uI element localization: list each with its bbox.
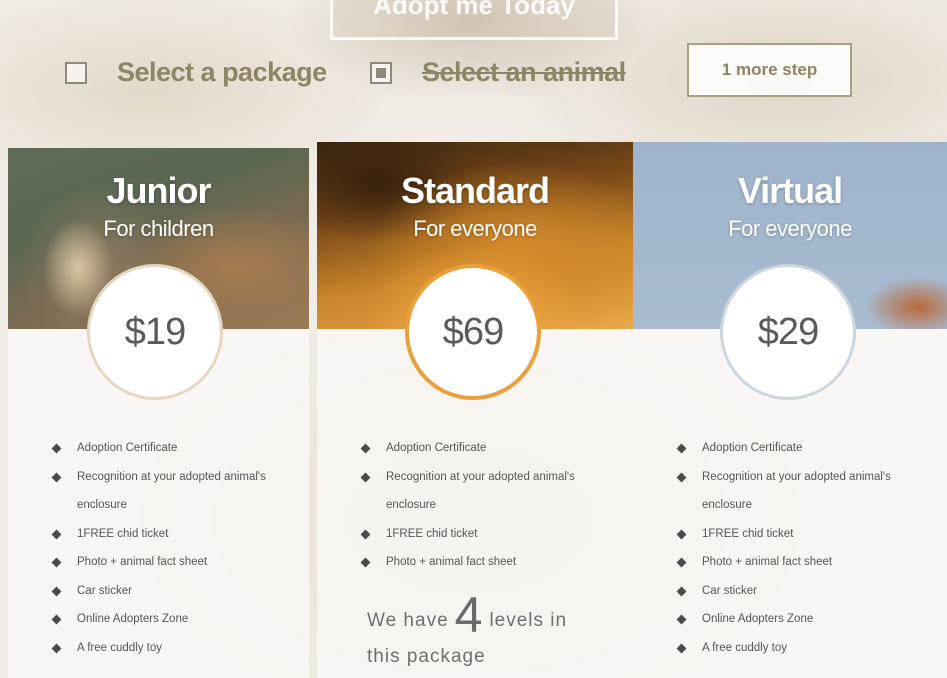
diamond-bullet-icon <box>676 586 687 596</box>
feature-item: Photo + animal fact sheet <box>317 548 633 577</box>
feature-item: Adoption Certificate <box>633 434 947 463</box>
diamond-bullet-icon <box>360 529 371 539</box>
diamond-bullet-icon <box>676 557 687 568</box>
package-card-standard[interactable]: Standard For everyone $69 Adoption Certi… <box>317 142 633 678</box>
diamond-bullet-icon <box>676 443 687 454</box>
price-circle: $69 <box>405 264 541 400</box>
package-subtitle: For everyone <box>728 216 852 241</box>
levels-note: We have 4 levels in this package <box>367 590 627 675</box>
feature-item: Online Adopters Zone <box>8 605 309 634</box>
feature-item: 1FREE chid ticket <box>317 520 633 549</box>
package-title: Standard <box>400 170 550 211</box>
package-card-virtual[interactable]: Virtual For everyone $29 Adoption Certif… <box>633 142 947 678</box>
package-price: $29 <box>757 310 819 353</box>
feature-item: Online Adopters Zone <box>633 605 947 634</box>
feature-list: Adoption Certificate Recognition at your… <box>317 434 633 577</box>
diamond-bullet-icon <box>360 443 371 454</box>
select-package-label: Select a package <box>117 57 327 87</box>
diamond-bullet-icon <box>676 614 687 625</box>
diamond-bullet-icon <box>676 472 687 482</box>
feature-item: Car sticker <box>633 577 947 606</box>
feature-item: Recognition at your adopted animal's <box>8 463 309 492</box>
package-title: Virtual <box>737 170 843 211</box>
animal-checkbox[interactable] <box>370 61 392 84</box>
diamond-bullet-icon <box>51 557 62 568</box>
steps-bar: Select a package Select an animal 1 more… <box>0 40 947 100</box>
step-select-animal[interactable]: Select an animal <box>370 57 626 88</box>
diamond-bullet-icon <box>51 614 62 625</box>
levels-text-before: We have <box>367 610 449 631</box>
diamond-bullet-icon <box>51 472 62 482</box>
feature-list: Adoption Certificate Recognition at your… <box>8 434 309 662</box>
feature-item: A free cuddly toy <box>633 634 947 663</box>
feature-item: Recognition at your adopted animal's <box>317 463 633 492</box>
package-subtitle: For children <box>103 216 214 241</box>
levels-text-after: levels in <box>489 610 568 631</box>
package-price: $19 <box>124 310 186 353</box>
feature-item-continued: enclosure <box>386 499 436 511</box>
diamond-bullet-icon <box>360 472 371 482</box>
step-select-package[interactable]: Select a package <box>65 57 327 88</box>
feature-item: 1FREE chid ticket <box>633 520 947 549</box>
diamond-bullet-icon <box>676 529 687 539</box>
select-animal-label: Select an animal <box>422 57 626 87</box>
diamond-bullet-icon <box>51 586 62 596</box>
feature-list: Adoption Certificate Recognition at your… <box>633 434 947 662</box>
package-checkbox[interactable] <box>65 61 87 84</box>
one-more-step-button[interactable]: 1 more step <box>687 43 852 97</box>
levels-text-line2: this package <box>367 646 486 667</box>
feature-item: Adoption Certificate <box>317 434 633 463</box>
price-circle: $29 <box>720 264 856 400</box>
diamond-bullet-icon <box>51 643 62 653</box>
diamond-bullet-icon <box>676 643 687 653</box>
package-title: Junior <box>106 170 211 211</box>
feature-item: Photo + animal fact sheet <box>633 548 947 577</box>
diamond-bullet-icon <box>51 529 62 539</box>
diamond-bullet-icon <box>360 557 371 568</box>
feature-item: Photo + animal fact sheet <box>8 548 309 577</box>
feature-item: 1FREE chid ticket <box>8 520 309 549</box>
diamond-bullet-icon <box>51 443 62 454</box>
adopt-me-today-button[interactable]: Adopt me Today <box>330 0 618 40</box>
levels-number: 4 <box>454 587 484 643</box>
feature-item: Car sticker <box>8 577 309 606</box>
package-price: $69 <box>442 310 504 353</box>
feature-item: Adoption Certificate <box>8 434 309 463</box>
package-subtitle: For everyone <box>413 216 537 241</box>
feature-item-continued: enclosure <box>77 499 127 511</box>
package-card-junior[interactable]: Junior For children $19 Adoption Certifi… <box>8 148 309 678</box>
price-circle: $19 <box>87 264 223 400</box>
feature-item: Recognition at your adopted animal's <box>633 463 947 492</box>
feature-item-continued: enclosure <box>702 499 752 511</box>
feature-item: A free cuddly toy <box>8 634 309 663</box>
